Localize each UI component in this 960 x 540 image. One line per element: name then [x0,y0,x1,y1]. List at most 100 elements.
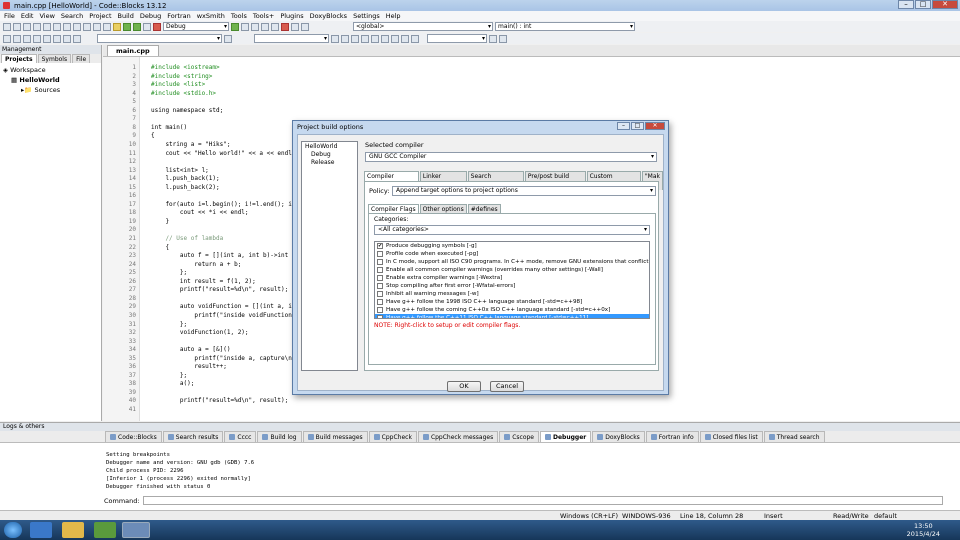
menu-item-view[interactable]: View [39,12,54,20]
flag-checkbox[interactable] [377,283,383,289]
step-out-icon[interactable] [271,22,279,31]
match-brace-icon[interactable] [3,34,11,43]
cut-icon[interactable] [63,22,71,31]
menu-item-plugins[interactable]: Plugins [280,12,303,20]
flag-item[interactable]: Have g++ follow the coming C++0x ISO C++… [375,306,649,314]
flag-checkbox[interactable] [377,291,383,297]
flag-item[interactable]: Inhibit all warning messages [-w] [375,290,649,298]
doxy-icon[interactable] [63,34,71,43]
debug-callstack-icon[interactable] [361,34,369,43]
dialog-maximize-button[interactable]: □ [631,122,644,130]
menu-item-fortran[interactable]: Fortran [167,12,190,20]
tool-icon-a[interactable] [489,34,497,43]
target-item-project[interactable]: HelloWorld [305,143,354,151]
menu-item-file[interactable]: File [4,12,15,20]
search-go-icon[interactable] [224,34,232,43]
save-all-icon[interactable] [33,22,41,31]
log-tab-cscope[interactable]: Cscope [499,431,539,442]
run-to-cursor-icon[interactable] [241,22,249,31]
target-item-release[interactable]: Release [305,159,354,167]
flag-checkbox[interactable] [377,251,383,257]
menu-item-tools[interactable]: Tools [231,12,247,20]
command-input[interactable] [142,496,943,505]
stop-debugger-icon[interactable] [281,22,289,31]
ok-button[interactable]: OK [447,381,481,392]
menu-item-settings[interactable]: Settings [353,12,380,20]
run-icon[interactable] [123,22,131,31]
flag-item[interactable]: Have g++ follow the 1998 ISO C++ languag… [375,298,649,306]
close-button[interactable]: ✕ [932,0,958,9]
start-button[interactable] [4,522,22,538]
uncomment-icon[interactable] [53,34,61,43]
flag-item[interactable]: In C mode, support all ISO C90 programs.… [375,258,649,266]
cancel-button[interactable]: Cancel [490,381,524,392]
log-tab-thread-search[interactable]: Thread search [763,431,825,442]
debug-memory-icon[interactable] [391,34,399,43]
step-into-icon[interactable] [261,22,269,31]
undo-icon[interactable] [43,22,51,31]
flag-checkbox[interactable]: ✔ [377,315,383,318]
flag-checkbox[interactable] [377,267,383,273]
flag-item[interactable]: Enable extra compiler warnings [-Wextra] [375,274,649,282]
debug-threads-icon[interactable] [401,34,409,43]
categories-select[interactable]: <All categories> [374,225,650,235]
redo-icon[interactable] [53,22,61,31]
tool-icon-b[interactable] [499,34,507,43]
regex-icon[interactable] [331,34,339,43]
menu-item-build[interactable]: Build [118,12,134,20]
target-list[interactable]: HelloWorld Debug Release [301,141,358,371]
maximize-button[interactable]: □ [915,0,931,9]
menu-item-wxsmith[interactable]: wxSmith [197,12,225,20]
toggle-bookmark-icon[interactable] [13,34,21,43]
flag-checkbox[interactable] [377,275,383,281]
log-tab-cccc[interactable]: Cccc [224,431,257,442]
menu-item-edit[interactable]: Edit [21,12,34,20]
menu-item-search[interactable]: Search [61,12,83,20]
flag-item[interactable]: Enable all common compiler warnings (ove… [375,266,649,274]
menu-item-project[interactable]: Project [89,12,111,20]
codeblocks-task-icon[interactable] [122,522,150,538]
log-tab-code-blocks[interactable]: Code::Blocks [105,431,162,442]
explorer-icon[interactable] [62,522,84,538]
scope-select[interactable]: <global> [353,22,493,31]
open-file-icon[interactable] [13,22,21,31]
regex-test-icon[interactable] [341,34,349,43]
log-tab-build-log[interactable]: Build log [257,431,302,442]
prev-bookmark-icon[interactable] [23,34,31,43]
debug-disasm-icon[interactable] [381,34,389,43]
debug-continue-icon[interactable] [231,22,239,31]
log-tab-build-messages[interactable]: Build messages [302,431,368,442]
debug-watch-icon[interactable] [351,34,359,43]
log-tab-doxyblocks[interactable]: DoxyBlocks [592,431,645,442]
menu-item-debug[interactable]: Debug [140,12,161,20]
debug-mode-combo[interactable] [427,34,487,43]
debug-cpu-icon[interactable] [411,34,419,43]
log-tab-cppcheck[interactable]: CppCheck [368,431,417,442]
next-line-icon[interactable] [251,22,259,31]
tab-symbols[interactable]: Symbols [37,54,72,63]
flag-item[interactable]: Stop compiling after first error [-Wfata… [375,282,649,290]
log-tab-fortran-info[interactable]: Fortran info [645,431,699,442]
find-icon[interactable] [93,22,101,31]
dialog-minimize-button[interactable]: – [617,122,630,130]
log-tab-closed-files-list[interactable]: Closed files list [699,431,763,442]
log-tab-debugger[interactable]: Debugger [540,431,592,442]
flag-item[interactable]: Profile code when executed [-pg] [375,250,649,258]
target-item-debug[interactable]: Debug [305,151,354,159]
tree-sources[interactable]: ▸📁 Sources [3,85,98,95]
clock[interactable]: 13:50 2015/4/24 [907,522,940,538]
ie-icon[interactable] [30,522,52,538]
tab-files[interactable]: File [72,54,91,63]
compiler-select[interactable]: GNU GCC Compiler [365,152,657,162]
flag-item[interactable]: ✔ Have g++ follow the C++11 ISO C++ langu… [375,314,649,318]
save-icon[interactable] [23,22,31,31]
regex-combo[interactable] [254,34,329,43]
rebuild-icon[interactable] [143,22,151,31]
abort-icon[interactable] [153,22,161,31]
menu-item-help[interactable]: Help [386,12,401,20]
function-select[interactable]: main() : int [495,22,635,31]
replace-icon[interactable] [103,22,111,31]
flag-checkbox[interactable] [377,307,383,313]
file-tab-main[interactable]: main.cpp [107,45,159,56]
debug-info-icon[interactable] [301,22,309,31]
